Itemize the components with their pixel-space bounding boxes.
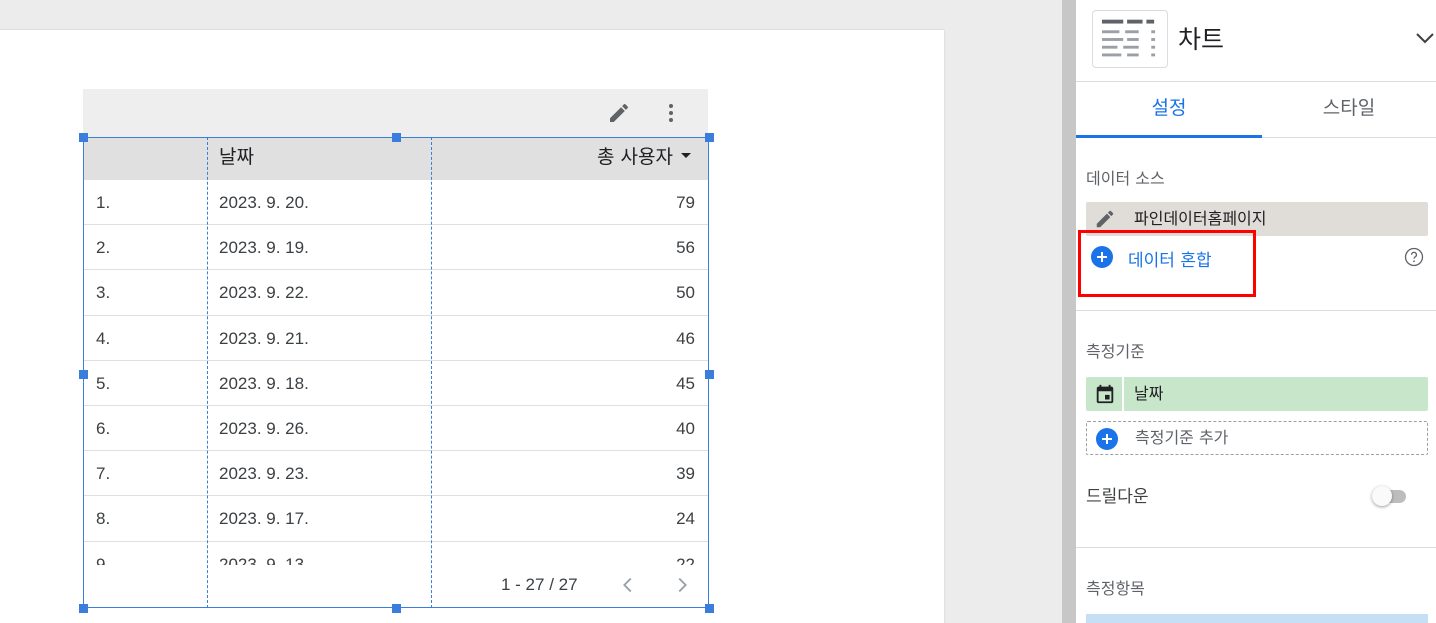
drilldown-label: 드릴다운 <box>1086 487 1149 507</box>
chart-type-selector[interactable]: 차트 <box>1076 0 1436 82</box>
chart-toolbar <box>83 89 708 137</box>
row-date: 2023. 9. 26. <box>219 418 309 438</box>
section-divider <box>1076 310 1436 311</box>
chevron-right-icon[interactable] <box>671 574 693 596</box>
tab-setup[interactable]: 설정 <box>1076 82 1262 138</box>
chevron-down-icon[interactable] <box>1413 26 1436 50</box>
resize-handle[interactable] <box>705 133 714 142</box>
table-row[interactable]: 5. 2023. 9. 18. 45 <box>83 361 709 406</box>
table-header: 날짜 총 사용자 <box>83 137 709 180</box>
table-row[interactable]: 7. 2023. 9. 23. 39 <box>83 451 709 497</box>
row-index: 3. <box>96 283 111 303</box>
section-divider <box>1076 547 1436 548</box>
more-vert-icon[interactable] <box>659 101 683 125</box>
sort-desc-icon <box>681 153 691 158</box>
metric-chip[interactable] <box>1086 614 1428 623</box>
row-date: 2023. 9. 17. <box>219 509 309 529</box>
row-total-users: 56 <box>676 238 695 258</box>
row-total-users: 45 <box>676 373 695 393</box>
row-total-users: 39 <box>676 464 695 484</box>
row-date: 2023. 9. 23. <box>219 464 309 484</box>
add-circle-icon <box>1091 246 1113 268</box>
tab-style[interactable]: 스타일 <box>1262 82 1436 138</box>
data-source-chip[interactable]: 파인데이터홈페이지 <box>1086 202 1428 236</box>
dimension-label: 측정기준 <box>1086 342 1145 361</box>
row-total-users: 46 <box>676 328 695 348</box>
header-total-users[interactable]: 총 사용자 <box>597 137 691 180</box>
row-index: 5. <box>96 373 111 393</box>
calendar-icon <box>1096 384 1114 404</box>
resize-handle[interactable] <box>79 370 88 379</box>
row-total-users: 24 <box>676 509 695 529</box>
chart-type-label: 차트 <box>1178 25 1225 54</box>
row-date: 2023. 9. 20. <box>219 193 309 212</box>
row-date: 2023. 9. 13. <box>219 554 309 566</box>
table-body: 1. 2023. 9. 20. 79 2. 2023. 9. 19. 56 3. 2023. … <box>83 180 709 565</box>
resize-handle[interactable] <box>705 370 714 379</box>
table-row[interactable]: 9. 2023. 9. 13. 22 <box>83 542 709 566</box>
table-chart[interactable]: 날짜 총 사용자 1. 2023. 9. 20. 79 2. 2023. 9. 19. 5… <box>83 137 709 608</box>
table-row[interactable]: 1. 2023. 9. 20. 79 <box>83 180 709 226</box>
row-total-users: 40 <box>676 418 695 438</box>
add-dimension-button[interactable]: 측정기준 추가 <box>1086 421 1428 455</box>
table-row[interactable]: 3. 2023. 9. 22. 50 <box>83 270 709 316</box>
data-source-name: 파인데이터홈페이지 <box>1134 209 1267 228</box>
row-total-users: 79 <box>676 193 695 212</box>
header-date[interactable]: 날짜 <box>219 137 254 180</box>
add-dimension-label: 측정기준 추가 <box>1135 428 1229 447</box>
data-source-label: 데이터 소스 <box>1086 169 1165 188</box>
pencil-icon[interactable] <box>607 101 631 125</box>
dimension-type-button[interactable] <box>1086 377 1124 411</box>
resize-handle[interactable] <box>79 604 88 613</box>
add-circle-icon <box>1096 428 1118 450</box>
drilldown-toggle[interactable] <box>1372 486 1408 506</box>
table-row[interactable]: 6. 2023. 9. 26. 40 <box>83 406 709 452</box>
table-row[interactable]: 4. 2023. 9. 21. 46 <box>83 316 709 361</box>
panel-tabs: 설정 스타일 <box>1076 82 1436 138</box>
dimension-name: 날짜 <box>1134 384 1164 403</box>
row-date: 2023. 9. 18. <box>219 373 309 393</box>
row-index: 4. <box>96 328 111 348</box>
row-date: 2023. 9. 21. <box>219 328 309 348</box>
pencil-icon <box>1096 210 1114 228</box>
table-chart-icon <box>1092 10 1168 68</box>
toggle-knob <box>1372 486 1392 506</box>
row-index: 9. <box>96 554 111 566</box>
metric-label: 측정항목 <box>1086 579 1145 598</box>
blend-data-button[interactable]: 데이터 혼합 <box>1086 243 1428 273</box>
edit-source-button[interactable] <box>1086 202 1124 236</box>
resize-handle[interactable] <box>79 133 88 142</box>
row-index: 7. <box>96 464 111 484</box>
dimension-chip[interactable]: 날짜 <box>1086 377 1428 411</box>
row-index: 6. <box>96 418 111 438</box>
row-index: 1. <box>96 193 111 212</box>
table-row[interactable]: 8. 2023. 9. 17. 24 <box>83 496 709 542</box>
pagination: 1 - 27 / 27 <box>83 565 709 608</box>
help-icon[interactable] <box>1404 247 1424 267</box>
blend-data-label: 데이터 혼합 <box>1128 251 1212 271</box>
chevron-left-icon[interactable] <box>617 574 639 596</box>
row-date: 2023. 9. 19. <box>219 238 309 258</box>
table-row[interactable]: 2. 2023. 9. 19. 56 <box>83 225 709 271</box>
row-index: 2. <box>96 238 111 258</box>
row-total-users: 22 <box>676 554 695 566</box>
header-total-users-label: 총 사용자 <box>597 146 673 168</box>
row-index: 8. <box>96 509 111 529</box>
row-total-users: 50 <box>676 283 695 303</box>
pagination-text: 1 - 27 / 27 <box>501 575 578 594</box>
resize-handle[interactable] <box>392 604 401 613</box>
row-date: 2023. 9. 22. <box>219 283 309 303</box>
properties-panel: 차트 설정 스타일 데이터 소스 파인데이터홈페이지 데이터 혼합 측정기준 날… <box>1076 0 1436 623</box>
resize-handle[interactable] <box>392 133 401 142</box>
resize-handle[interactable] <box>705 604 714 613</box>
panel-gutter <box>1062 0 1076 623</box>
